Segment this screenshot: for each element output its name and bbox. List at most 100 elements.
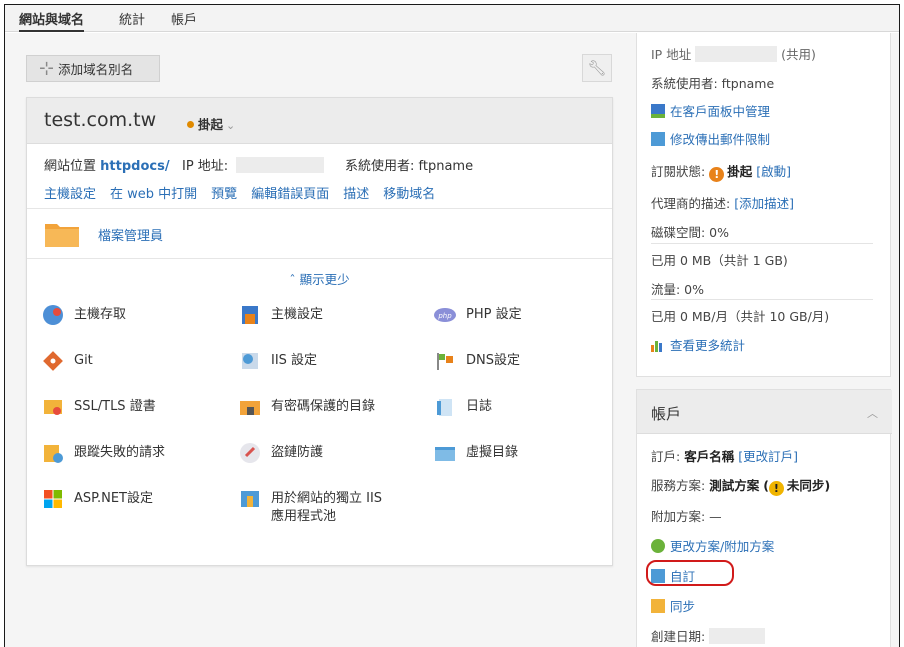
tool-aspnet-settings[interactable]: ASP.NET設定	[42, 488, 153, 510]
add-domain-alias-button[interactable]: ⊹ 添加域名別名	[26, 55, 160, 82]
subscriber-row: 訂戶: 客戶名稱 [更改訂戶]	[651, 446, 798, 465]
svg-text:php: php	[437, 312, 452, 320]
tool-label: 跟蹤失敗的請求	[74, 445, 166, 460]
reseller-desc-row: 代理商的描述: [添加描述]	[651, 193, 794, 212]
certificate-icon	[42, 396, 64, 418]
sync-link[interactable]: 同步	[651, 596, 695, 615]
tool-label: ASP.NET設定	[74, 491, 153, 506]
tool-label: IIS 設定	[271, 353, 318, 368]
domain-status: 掛起	[198, 117, 224, 132]
plus-icon: ⊹	[39, 57, 55, 79]
subscription-card: IP 地址 (共用) 系統使用者: ftpname 在客戶面板中管理 修改傳出郵…	[636, 33, 891, 377]
reseller-desc-label: 代理商的描述:	[651, 196, 731, 211]
wrench-icon[interactable]: 🔧︎	[582, 54, 612, 82]
chevron-up-icon[interactable]: ︿	[867, 405, 878, 421]
change-plan-label: 更改方案/附加方案	[670, 539, 775, 554]
hosting-settings-icon	[239, 304, 261, 326]
file-manager-item[interactable]: 檔案管理員	[44, 220, 163, 248]
failed-requests-icon	[42, 442, 64, 464]
change-subscriber-link[interactable]: [更改訂戶]	[738, 449, 798, 464]
sync-label: 同步	[670, 599, 696, 614]
divider	[651, 243, 873, 244]
subscription-status-row: 訂閱狀態: ! 掛起 [啟動]	[651, 161, 791, 182]
account-title: 帳戶	[651, 405, 682, 423]
plan-link[interactable]: 測試方案	[709, 478, 759, 493]
customer-name-link[interactable]: 客戶名稱	[684, 449, 734, 464]
domain-name[interactable]: test.com.tw	[44, 109, 156, 131]
app-pool-icon	[239, 488, 261, 510]
more-stats-link[interactable]: 查看更多統計	[651, 335, 745, 354]
ip-redacted	[695, 46, 778, 62]
link-edit-error-pages[interactable]: 編輯錯誤頁面	[251, 187, 329, 202]
account-card-header[interactable]: 帳戶 ︿	[637, 390, 892, 434]
manage-label: 在客戶面板中管理	[670, 104, 771, 119]
ip-row: IP 地址 (共用)	[651, 44, 816, 63]
tool-failed-request-tracing[interactable]: 跟蹤失敗的請求	[42, 442, 165, 464]
top-navigation: 網站與域名 統計 帳戶	[5, 5, 899, 32]
tool-iis-app-pool[interactable]: 用於網站的獨立 IIS 應用程式池	[239, 488, 391, 526]
domains-pane: ⊹ 添加域名別名 🔧︎ test.com.tw 掛起 ⌄ 網站位置 httpdoc…	[20, 33, 621, 647]
tool-label: Git	[74, 353, 93, 368]
mail-limit-icon	[651, 132, 665, 146]
mail-limit-link[interactable]: 修改傳出郵件限制	[651, 129, 770, 148]
chevron-down-icon: ⌄	[226, 119, 236, 132]
tool-password-protected-dirs[interactable]: 有密碼保護的目錄	[239, 396, 375, 418]
tool-dns-settings[interactable]: DNS設定	[434, 350, 520, 372]
divider	[27, 258, 612, 259]
link-open-in-web[interactable]: 在 web 中打開	[110, 187, 197, 202]
globe-user-icon	[42, 304, 64, 326]
domain-status-dropdown[interactable]: 掛起 ⌄	[187, 114, 235, 133]
link-preview[interactable]: 預覽	[211, 187, 237, 202]
activate-link[interactable]: [啟動]	[756, 164, 791, 179]
tool-git[interactable]: Git	[42, 350, 93, 372]
tool-logs[interactable]: 日誌	[434, 396, 492, 418]
virtual-folder-icon	[434, 442, 456, 464]
tab-statistics[interactable]: 統計	[119, 9, 145, 28]
domain-links: 主機設定在 web 中打開 預覽 編輯錯誤頁面 描述 移動域名	[44, 183, 449, 202]
add-description-link[interactable]: [添加描述]	[734, 196, 794, 211]
tab-websites-domains[interactable]: 網站與域名	[19, 9, 85, 32]
plan-sync-status: 未同步	[786, 478, 825, 493]
plan-row: 服務方案: 測試方案 (! 未同步)	[651, 478, 831, 496]
manage-in-panel-link[interactable]: 在客戶面板中管理	[651, 101, 770, 120]
status-label: 訂閱狀態:	[651, 164, 706, 179]
link-description[interactable]: 描述	[343, 187, 369, 202]
tab-account[interactable]: 帳戶	[171, 9, 197, 28]
show-less-link[interactable]: ˆ 顯示更少	[27, 269, 612, 288]
tool-label: 用於網站的獨立 IIS 應用程式池	[271, 491, 383, 524]
file-manager-link[interactable]: 檔案管理員	[98, 225, 163, 244]
add-alias-label: 添加域名別名	[58, 62, 134, 77]
link-hosting-settings[interactable]: 主機設定	[44, 187, 96, 202]
divider	[651, 299, 873, 300]
show-less-label: 顯示更少	[299, 272, 350, 287]
tool-label: 有密碼保護的目錄	[271, 399, 376, 414]
tool-label: 盜鏈防護	[271, 445, 324, 460]
ip-shared: (共用)	[781, 47, 816, 62]
iis-icon	[239, 350, 261, 372]
change-plan-link[interactable]: 更改方案/附加方案	[651, 536, 774, 555]
addon-row: 附加方案: —	[651, 509, 722, 524]
tool-iis-settings[interactable]: IIS 設定	[239, 350, 317, 372]
tool-php-settings[interactable]: php PHP 設定	[434, 304, 522, 326]
sysuser-label: 系統使用者:	[344, 159, 415, 174]
created-date-redacted	[709, 628, 766, 644]
sync-icon	[651, 599, 665, 613]
domain-info-line: 網站位置 httpdocs/ IP 地址: 系統使用者: ftpname	[44, 155, 473, 174]
change-plan-icon	[651, 539, 665, 553]
tool-virtual-directories[interactable]: 虛擬目錄	[434, 442, 518, 464]
tool-ssl-certificates[interactable]: SSL/TLS 證書	[42, 396, 156, 418]
location-link[interactable]: httpdocs/	[100, 159, 169, 174]
warning-icon: !	[768, 481, 784, 496]
dns-flags-icon	[434, 350, 456, 372]
warning-icon: !	[709, 167, 725, 182]
chevron-up-icon: ˆ	[289, 272, 300, 287]
more-stats-label: 查看更多統計	[670, 338, 746, 353]
chain-link-icon	[239, 442, 261, 464]
tool-hotlink-protection[interactable]: 盜鏈防護	[239, 442, 323, 464]
tool-hosting-settings[interactable]: 主機設定	[239, 304, 323, 326]
link-move-domain[interactable]: 移動域名	[383, 187, 435, 202]
disk-usage-label: 磁碟空間: 0%	[651, 225, 730, 240]
traffic-used-text: 已用 0 MB/月（共計 10 GB/月)	[651, 309, 830, 324]
logs-icon	[434, 396, 456, 418]
tool-hosting-access[interactable]: 主機存取	[42, 304, 126, 326]
